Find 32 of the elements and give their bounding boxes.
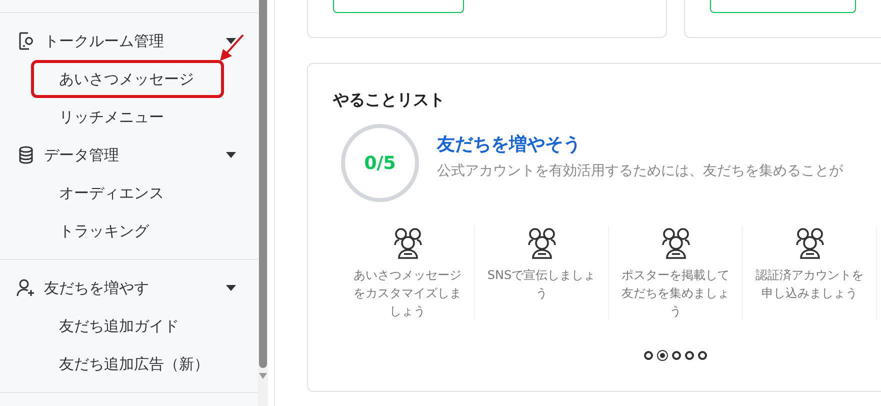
menu-group-header[interactable]: 友だちを増やす [0,269,258,307]
task-label: あいさつメッセージをカスタマイズしましょう [352,267,462,320]
task-card[interactable]: 認証済アカウントを申し込みましょう [743,226,877,320]
menu-item[interactable]: 友だち追加広告（新） [31,345,224,383]
pagination-dot[interactable] [698,351,706,360]
card-title: やることリスト [333,90,446,111]
pagination-dot[interactable] [684,351,694,360]
pagination-dot[interactable] [644,351,652,360]
menu-group-label: 友だちを増やす [44,278,150,298]
menu-item[interactable]: トラッキング [31,212,224,250]
person-add-icon [16,278,36,298]
menu-item[interactable]: オーディエンス [31,174,224,212]
task-label: ポスターを掲載して友だちを集めましょう [620,267,730,320]
task-card[interactable]: ポスターを掲載して友だちを集めましょう [609,226,743,320]
progress-circle: 0/5 [341,124,419,202]
menu-group-label: データ管理 [44,146,120,164]
pagination-dot[interactable] [656,350,668,361]
menu-group-label: トークルーム管理 [44,32,165,50]
menu-item[interactable]: リッチメニュー [31,98,224,136]
menu-item[interactable]: 友だち追加ガイド [31,307,224,345]
todo-description: 公式アカウントを有効活用するためには、友だちを集めることが [437,162,843,180]
pagination-dot[interactable] [672,351,680,360]
annotation-arrow-icon [219,34,245,62]
task-label: 認証済アカウントを申し込みましょう [754,267,864,302]
menu-group-header[interactable]: トークルーム管理 [0,22,258,60]
menu-item[interactable]: あいさつメッセージ [31,60,224,98]
menu-group-header[interactable]: データ管理 [0,136,258,174]
scrollbar[interactable] [258,0,268,406]
todo-heading[interactable]: 友だちを増やそう [437,132,843,156]
task-card[interactable]: SNSで宣伝しましょう [475,226,609,320]
task-card[interactable]: あいさつメッセージをカスタマイズしましょう [341,226,475,320]
task-label: SNSで宣伝しましょう [486,267,597,302]
